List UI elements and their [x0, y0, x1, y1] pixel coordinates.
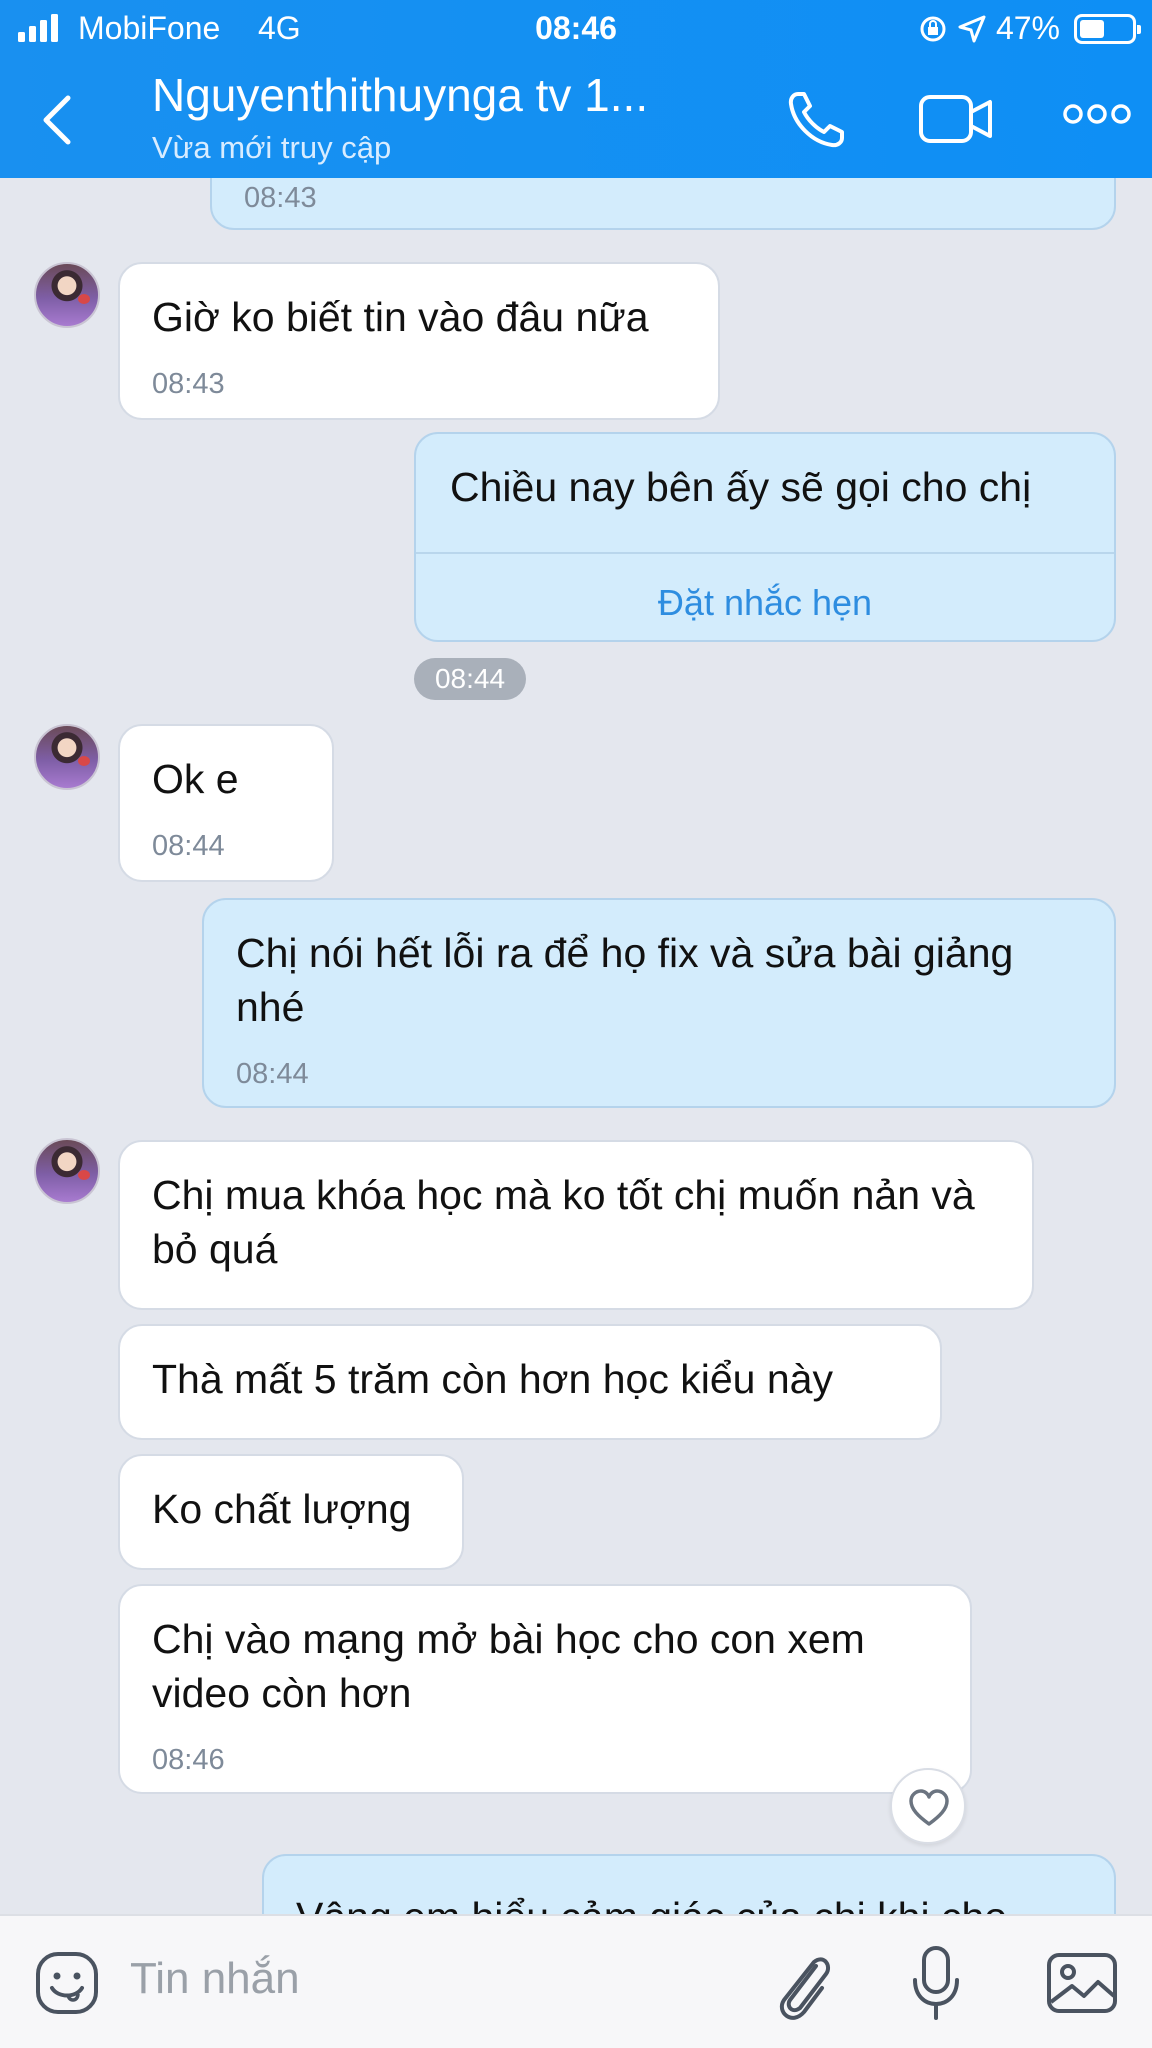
message-bubble-incoming[interactable]: Thà mất 5 trăm còn hơn học kiểu này	[118, 1324, 942, 1440]
back-icon[interactable]	[36, 90, 76, 150]
message-bubble-outgoing[interactable]: 08:43	[210, 178, 1116, 230]
message-text: Vâng em hiểu cảm giác của chị khi cho	[296, 1890, 1084, 1914]
message-bubble-incoming[interactable]: Ko chất lượng	[118, 1454, 464, 1570]
status-bar: MobiFone 4G 08:46 47%	[0, 0, 1152, 60]
mic-icon[interactable]	[910, 1944, 962, 2024]
message-time: 08:44	[152, 830, 225, 862]
message-bubble-outgoing[interactable]: Chị nói hết lỗi ra để họ fix và sửa bài …	[202, 898, 1116, 1108]
react-button[interactable]	[890, 1768, 966, 1844]
bubble-divider	[416, 552, 1114, 554]
contact-avatar[interactable]	[34, 1138, 100, 1204]
contact-avatar[interactable]	[34, 262, 100, 328]
message-bubble-incoming[interactable]: Ok e 08:44	[118, 724, 334, 882]
message-time: 08:44	[236, 1058, 309, 1090]
message-time: 08:46	[152, 1744, 225, 1776]
set-reminder-link[interactable]: Đặt nhắc hẹn	[416, 576, 1114, 630]
message-bubble-incoming[interactable]: Giờ ko biết tin vào đâu nữa 08:43	[118, 262, 720, 420]
message-bubble-outgoing[interactable]: Vâng em hiểu cảm giác của chị khi cho	[262, 1854, 1116, 1914]
message-composer	[0, 1914, 1152, 2048]
contact-avatar[interactable]	[34, 724, 100, 790]
message-text: Giờ ko biết tin vào đâu nữa	[152, 294, 649, 340]
message-text: Chị vào mạng mở bài học cho con xem vide…	[152, 1616, 865, 1716]
battery-percent: 47%	[995, 10, 1060, 46]
location-icon	[958, 15, 986, 42]
message-bubble-incoming[interactable]: Chị mua khóa học mà ko tốt chị muốn nản …	[118, 1140, 1034, 1310]
heart-icon	[909, 1789, 949, 1826]
message-time-chip: 08:44	[414, 658, 526, 700]
rotation-lock-icon	[920, 16, 946, 41]
message-time: 08:43	[244, 182, 317, 214]
battery-icon	[1074, 13, 1141, 44]
message-text: Chiều nay bên ấy sẽ gọi cho chị	[450, 464, 1032, 510]
video-call-icon[interactable]	[918, 92, 994, 146]
message-text: Thà mất 5 trăm còn hơn học kiểu này	[152, 1356, 833, 1402]
image-icon[interactable]	[1046, 1952, 1118, 2014]
message-bubble-incoming[interactable]: Chị vào mạng mở bài học cho con xem vide…	[118, 1584, 972, 1794]
phone-icon[interactable]	[784, 88, 848, 152]
more-icon[interactable]	[1062, 102, 1132, 126]
message-input[interactable]	[130, 1944, 730, 2014]
message-text: Chị mua khóa học mà ko tốt chị muốn nản …	[152, 1172, 975, 1272]
chat-header: MobiFone 4G 08:46 47% Nguyenthithuynga t…	[0, 0, 1152, 178]
message-list[interactable]: 08:43 Giờ ko biết tin vào đâu nữa 08:43 …	[0, 178, 1152, 1914]
message-time: 08:43	[152, 368, 225, 400]
attach-icon[interactable]	[770, 1946, 834, 2022]
message-text: Chị nói hết lỗi ra để họ fix và sửa bài …	[236, 930, 1014, 1030]
message-text: Ok e	[152, 756, 239, 802]
message-text: Ko chất lượng	[152, 1486, 412, 1532]
message-bubble-outgoing[interactable]: Chiều nay bên ấy sẽ gọi cho chị Đặt nhắc…	[414, 432, 1116, 642]
last-seen-status: Vừa mới truy cập	[152, 130, 392, 165]
status-right: 47%	[918, 10, 1141, 47]
emoji-icon[interactable]	[34, 1950, 100, 2016]
contact-name[interactable]: Nguyenthithuynga tv 1...	[152, 68, 648, 122]
